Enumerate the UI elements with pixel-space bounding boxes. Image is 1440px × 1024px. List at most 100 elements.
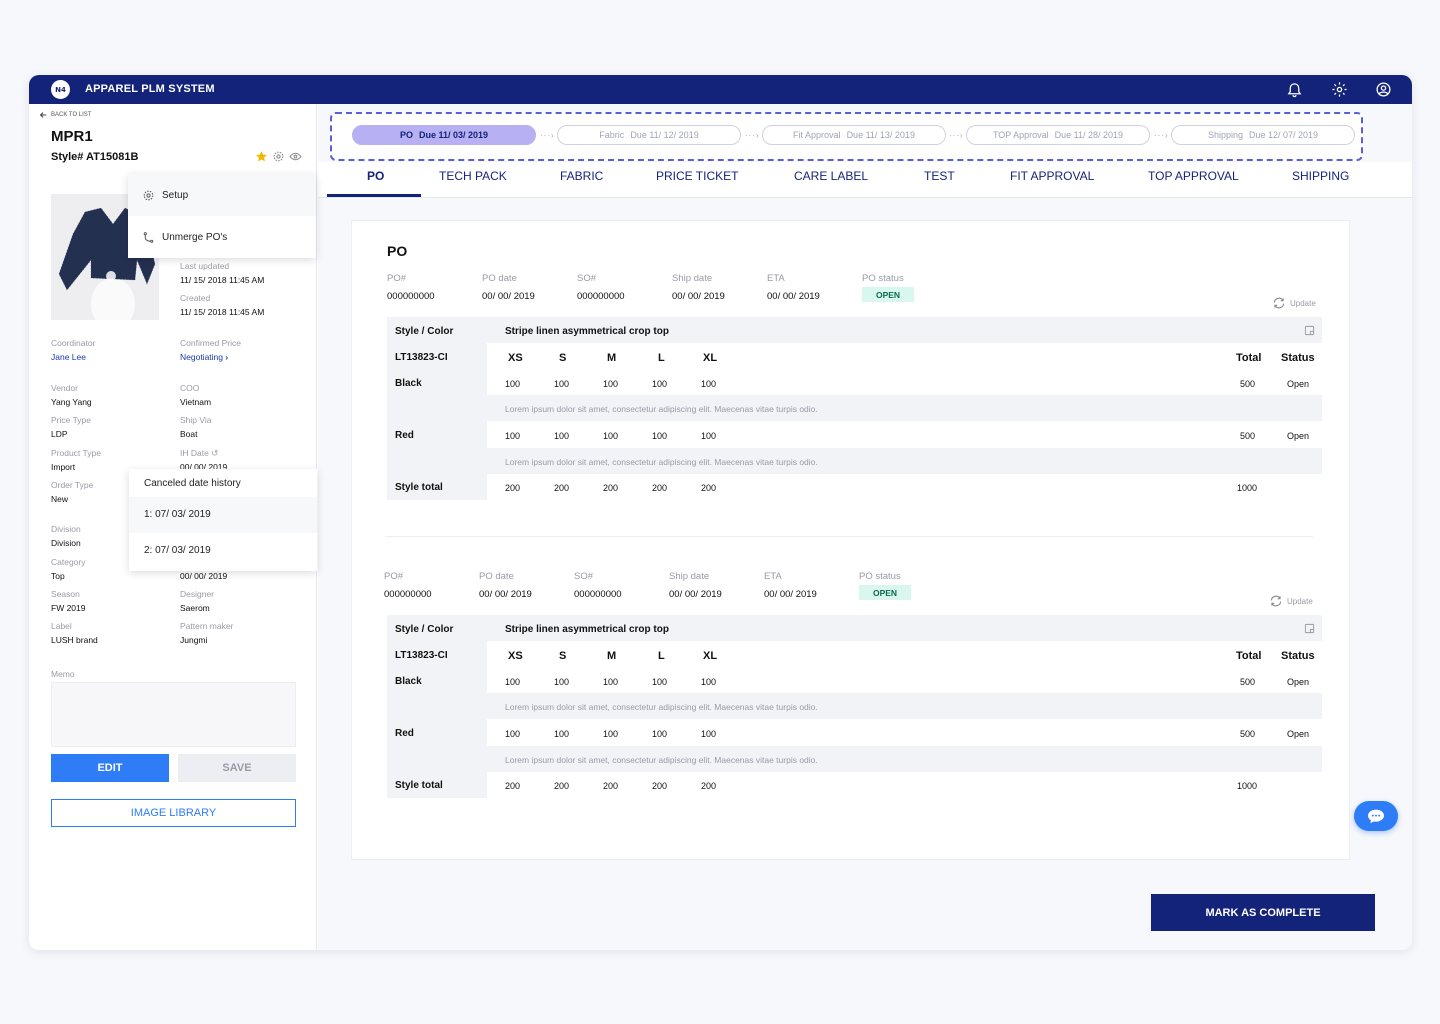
qty-cell[interactable]: 100 xyxy=(701,431,716,441)
menu-item-setup[interactable]: Setup xyxy=(128,174,316,216)
grand-total: 1000 xyxy=(1237,781,1258,791)
qty-cell[interactable]: 100 xyxy=(554,729,569,739)
unmerge-icon xyxy=(143,231,154,243)
note-icon[interactable] xyxy=(1304,623,1315,634)
row-total: 500 xyxy=(1240,729,1256,739)
save-button[interactable]: SAVE xyxy=(178,754,296,782)
qty-cell[interactable]: 100 xyxy=(603,379,618,389)
update-button[interactable]: Update xyxy=(1269,595,1313,607)
chevron-right-icon: › xyxy=(225,352,229,362)
qty-cell[interactable]: 100 xyxy=(505,677,520,687)
qty-cell[interactable]: 100 xyxy=(505,379,520,389)
stage-top-approval[interactable]: TOP Approval Due 11/ 28/ 2019 xyxy=(966,125,1150,145)
style-total-cell: 200 xyxy=(603,781,619,791)
mark-as-complete-button[interactable]: MARK AS COMPLETE xyxy=(1151,894,1375,931)
qty-cell[interactable]: 100 xyxy=(505,729,520,739)
stage-due: Due 12/ 07/ 2019 xyxy=(1248,130,1319,140)
row-total: 500 xyxy=(1240,379,1256,389)
chat-button[interactable] xyxy=(1354,801,1398,831)
active-tab-indicator xyxy=(327,194,421,197)
star-icon[interactable] xyxy=(255,150,268,163)
stage-fabric[interactable]: Fabric Due 11/ 12/ 2019 xyxy=(557,125,741,145)
label-value: LUSH brand xyxy=(51,635,98,645)
memo-textarea[interactable] xyxy=(51,682,296,747)
app-title: APPAREL PLM SYSTEM xyxy=(85,83,215,95)
tab-price-ticket[interactable]: PRICE TICKET xyxy=(656,169,738,183)
coo-label: COO xyxy=(180,383,200,393)
coordinator-value[interactable]: Jane Lee xyxy=(51,352,86,362)
size-header: M xyxy=(607,650,617,662)
table-row-labels xyxy=(387,641,487,798)
vendor-value: Yang Yang xyxy=(51,397,92,407)
stage-po[interactable]: PO Due 11/ 03/ 2019 xyxy=(352,125,536,145)
row-status: Open xyxy=(1287,379,1310,389)
label-label: Label xyxy=(51,621,72,631)
category-label: Category xyxy=(51,557,86,567)
total-header: Total xyxy=(1236,352,1262,364)
table-row-labels xyxy=(387,343,487,500)
gear-icon[interactable] xyxy=(272,150,285,163)
ih-date-text: IH Date xyxy=(180,448,209,458)
confirmed-price-value[interactable]: Negotiating › xyxy=(180,352,228,362)
qty-cell[interactable]: 100 xyxy=(652,379,667,389)
qty-cell[interactable]: 100 xyxy=(652,677,667,687)
tab-fit-approval[interactable]: FIT APPROVAL xyxy=(1010,169,1094,183)
main-content: PO Due 11/ 03/ 2019 ···› Fabric Due 11/ 12… xyxy=(318,104,1412,950)
qty-cell[interactable]: 100 xyxy=(701,729,716,739)
eye-icon[interactable] xyxy=(289,150,302,163)
size-header: L xyxy=(658,352,665,364)
ih-date-label[interactable]: IH Date ↺ xyxy=(180,448,218,459)
gear-icon[interactable] xyxy=(1331,81,1348,98)
size-header: XL xyxy=(703,352,718,364)
qty-cell[interactable]: 100 xyxy=(505,431,520,441)
header-actions xyxy=(255,150,302,163)
tab-po[interactable]: PO xyxy=(367,169,384,183)
price-type-label: Price Type xyxy=(51,415,92,425)
stage-fit-approval[interactable]: Fit Approval Due 11/ 13/ 2019 xyxy=(762,125,946,145)
color-name: Black xyxy=(395,378,422,389)
tab-tech-pack[interactable]: TECH PACK xyxy=(439,169,507,183)
tab-fabric[interactable]: FABRIC xyxy=(560,169,603,183)
back-to-list-link[interactable]: BACK TO LIST xyxy=(39,111,91,119)
qty-cell[interactable]: 100 xyxy=(603,677,618,687)
coo-value: Vietnam xyxy=(180,397,212,407)
stage-due: Due 11/ 12/ 2019 xyxy=(630,130,699,140)
bell-icon[interactable] xyxy=(1286,81,1303,98)
image-library-button[interactable]: IMAGE LIBRARY xyxy=(51,799,296,827)
qty-cell[interactable]: 100 xyxy=(701,379,716,389)
history-icon[interactable]: ↺ xyxy=(211,448,218,458)
qty-cell[interactable]: 100 xyxy=(701,677,716,687)
tab-test[interactable]: TEST xyxy=(924,169,955,183)
menu-item-unmerge[interactable]: Unmerge PO's xyxy=(128,216,316,258)
division-label: Division xyxy=(51,524,81,534)
update-button[interactable]: Update xyxy=(1272,297,1316,309)
po-card: PO PO# PO date SO# Ship date ETA PO stat… xyxy=(351,220,1350,860)
qty-cell[interactable]: 100 xyxy=(603,729,618,739)
qty-cell[interactable]: 100 xyxy=(554,431,569,441)
tab-shipping[interactable]: SHIPPING xyxy=(1292,169,1349,183)
division-value: Division xyxy=(51,538,81,548)
style-total-label: Style total xyxy=(395,482,443,493)
po-status-header: PO status xyxy=(859,571,901,582)
tab-care-label[interactable]: CARE LABEL xyxy=(794,169,868,183)
stage-separator: ···› xyxy=(949,131,964,140)
user-circle-icon[interactable] xyxy=(1375,81,1392,98)
tab-top-approval[interactable]: TOP APPROVAL xyxy=(1148,169,1239,183)
last-updated-label: Last updated xyxy=(180,261,230,271)
qty-cell[interactable]: 100 xyxy=(554,677,569,687)
stage-shipping[interactable]: Shipping Due 12/ 07/ 2019 xyxy=(1171,125,1355,145)
qty-cell[interactable]: 100 xyxy=(603,431,618,441)
qty-cell[interactable]: 100 xyxy=(652,431,667,441)
update-label: Update xyxy=(1287,596,1313,606)
order-type-value: New xyxy=(51,494,69,504)
row-status: Open xyxy=(1287,677,1310,687)
po-date-header: PO date xyxy=(479,571,514,582)
eta-value: 00/ 00/ 2019 xyxy=(767,291,820,302)
note-icon[interactable] xyxy=(1304,325,1315,336)
qty-cell[interactable]: 100 xyxy=(652,729,667,739)
edit-button[interactable]: EDIT xyxy=(51,754,169,782)
refresh-icon xyxy=(1270,595,1282,607)
settings-dropdown-menu: Setup Unmerge PO's xyxy=(128,174,316,258)
stage-name: Fabric xyxy=(599,130,625,140)
qty-cell[interactable]: 100 xyxy=(554,379,569,389)
